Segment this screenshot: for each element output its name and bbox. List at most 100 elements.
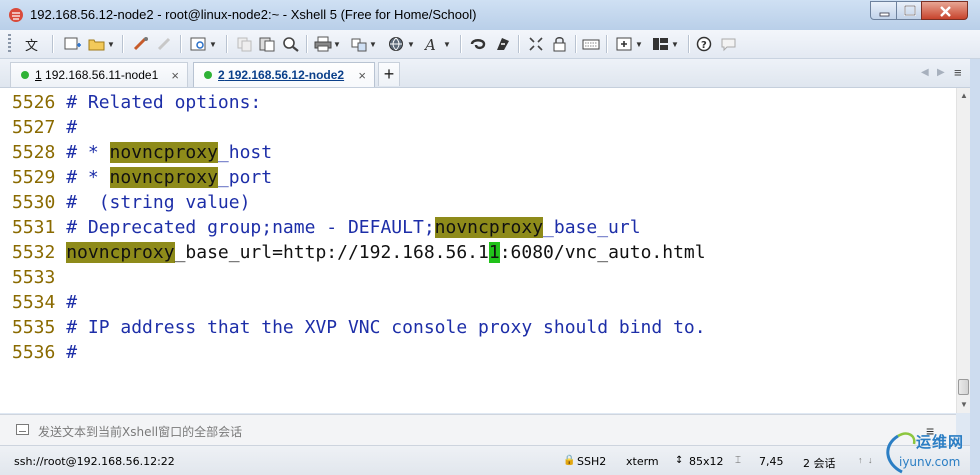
transfer-button[interactable]: ▼ [350, 34, 377, 54]
toolbar-separator [180, 35, 182, 53]
reconnect-button[interactable] [132, 34, 150, 54]
line-number: 5535 [12, 317, 56, 338]
watermark-cn: 运维网 [916, 433, 965, 451]
globe-button[interactable]: ▼ [388, 34, 415, 54]
scroll-down-icon[interactable]: ▼ [960, 400, 968, 409]
xmanager-icon [497, 38, 509, 50]
language-button[interactable]: 文 [25, 34, 38, 54]
lock-icon: 🔒 [563, 455, 576, 466]
line-number: 5533 [12, 267, 56, 288]
line-text: # IP address that the XVP VNC console pr… [55, 317, 706, 338]
layout-button[interactable]: ▼ [652, 34, 679, 54]
disconnect-icon [157, 37, 171, 51]
minimize-button[interactable] [870, 1, 897, 20]
xftp-button[interactable] [470, 34, 488, 54]
tab-scroll-left-icon[interactable]: ◀ [921, 67, 929, 78]
cursor-icon: ⌶ [735, 455, 741, 466]
xmanager-button[interactable] [494, 34, 512, 54]
toolbar: 文 ▼ ▼ ▼ ▼ ▼ A ▼ ▼ ▼ ? [0, 30, 980, 59]
fullscreen-button[interactable] [528, 34, 546, 54]
new-tab-button[interactable]: + [378, 62, 400, 86]
line-text: # [55, 342, 78, 363]
line-number: 5529 [12, 167, 56, 188]
tab-close-icon[interactable]: × [171, 68, 179, 83]
search-highlight: novncproxy [66, 242, 175, 263]
toolbar-separator [122, 35, 124, 53]
tab-number: 2 [218, 68, 225, 82]
tab-session-2[interactable]: 2 192.168.56.12-node2 × [193, 62, 375, 87]
copy-button[interactable] [236, 34, 254, 54]
terminal-line: 5535 # IP address that the XVP VNC conso… [12, 315, 706, 340]
paste-button[interactable] [258, 34, 276, 54]
new-session-button[interactable] [64, 34, 82, 54]
open-folder-icon [88, 39, 105, 51]
scrollbar-thumb[interactable] [958, 379, 969, 395]
keyboard-button[interactable] [582, 34, 600, 54]
scroll-up-icon[interactable]: ▲ [960, 91, 968, 100]
toolbar-separator [306, 35, 308, 53]
protocol-label: SSH2 [577, 455, 607, 468]
terminal-view[interactable]: 5526 # Related options: 5527 #5528 # * no… [0, 88, 956, 413]
chat-button[interactable] [720, 34, 738, 54]
line-text [55, 242, 66, 263]
chat-icon [721, 38, 736, 52]
resize-icon: ↕ [675, 455, 684, 466]
line-number: 5530 [12, 192, 56, 213]
add-pane-icon [616, 37, 632, 51]
print-button[interactable]: ▼ [314, 34, 341, 54]
layout-icon [653, 38, 668, 50]
line-text: # (string value) [55, 192, 251, 213]
session-tab-bar: 1 192.168.56.11-node1 × 2 192.168.56.12-… [0, 59, 980, 88]
tab-session-1[interactable]: 1 192.168.56.11-node1 × [10, 62, 188, 87]
tab-scroll-right-icon[interactable]: ▶ [937, 67, 945, 78]
toolbar-separator [575, 35, 577, 53]
reconnect-icon [133, 37, 148, 51]
tab-close-icon[interactable]: × [358, 68, 366, 83]
properties-button[interactable]: ▼ [190, 34, 217, 54]
chevron-down-icon: ▼ [671, 39, 679, 49]
svg-text:A: A [424, 36, 436, 52]
compose-icon[interactable] [16, 424, 29, 435]
line-number: 5532 [12, 242, 56, 263]
language-label: 文 [25, 38, 39, 54]
session-count-label: 2 会话 [803, 457, 836, 470]
connected-status-icon [21, 71, 29, 79]
terminal-scrollbar[interactable]: ▲ ▼ [956, 88, 971, 413]
open-folder-button[interactable]: ▼ [88, 34, 115, 54]
connected-status-icon [204, 71, 212, 79]
toolbar-separator [518, 35, 520, 53]
arrow-up-icon[interactable]: ↑ [858, 455, 863, 465]
search-highlight: novncproxy [109, 167, 218, 188]
window-title: 192.168.56.12-node2 - root@linux-node2:~… [30, 7, 477, 22]
find-button[interactable] [282, 34, 300, 54]
help-icon: ? [696, 36, 712, 52]
line-text: # [55, 117, 78, 138]
toolbar-grip[interactable] [8, 34, 11, 54]
line-number: 5536 [12, 342, 56, 363]
tab-list-icon[interactable]: ≡ [954, 65, 962, 80]
line-number: 5534 [12, 292, 56, 313]
maximize-button[interactable] [896, 1, 922, 20]
terminal-line: 5530 # (string value) [12, 190, 250, 215]
cursor: 1 [488, 242, 500, 263]
lock-button[interactable] [551, 34, 569, 54]
tab-label: 192.168.56.12-node2 [224, 68, 345, 82]
lock-icon [553, 37, 566, 52]
compose-bar[interactable]: 发送文本到当前Xshell窗口的全部会话 ≡ [0, 414, 956, 445]
toolbar-separator [688, 35, 690, 53]
line-text: # Related options: [55, 92, 262, 113]
connection-address: ssh://root@192.168.56.12:22 [14, 455, 175, 468]
svg-text:?: ? [701, 40, 707, 51]
keyboard-icon [582, 39, 600, 50]
line-text: _port [217, 167, 273, 188]
fullscreen-icon [529, 37, 543, 51]
help-button[interactable]: ? [696, 34, 714, 54]
chevron-down-icon: ▼ [333, 39, 341, 49]
title-bar[interactable]: 192.168.56.12-node2 - root@linux-node2:~… [0, 0, 980, 30]
add-pane-button[interactable]: ▼ [616, 34, 643, 54]
close-window-button[interactable] [921, 1, 968, 20]
disconnect-button[interactable] [156, 34, 174, 54]
chevron-down-icon: ▼ [443, 39, 451, 49]
font-button[interactable]: A ▼ [424, 34, 451, 54]
compose-placeholder[interactable]: 发送文本到当前Xshell窗口的全部会话 [38, 423, 242, 440]
